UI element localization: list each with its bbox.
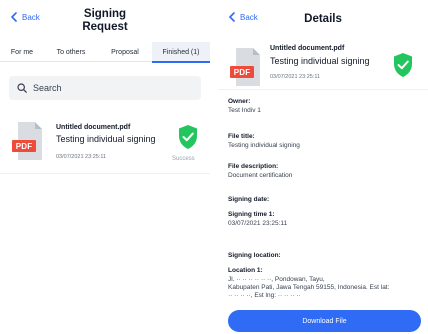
chevron-left-icon	[11, 12, 17, 22]
status-badge: Success	[172, 156, 195, 162]
document-summary: PDF Untitled document.pdf Testing indivi…	[218, 34, 428, 90]
owner-label: Owner:	[228, 98, 251, 105]
location-line-2: Kabupaten Pati, Jawa Tengah 59155, Indon…	[228, 284, 390, 291]
signing-request-screen: Back Signing Request For me To others Pr…	[0, 0, 210, 334]
pdf-file-icon: PDF	[12, 122, 44, 160]
document-title: Testing individual signing	[270, 56, 370, 66]
page-title: Details	[304, 13, 342, 25]
document-list-item[interactable]: PDF Untitled document.pdf Testing indivi…	[0, 116, 210, 174]
signing-date-label: Signing date:	[228, 196, 270, 203]
pdf-file-icon: PDF	[230, 48, 262, 86]
file-description-value: Document certification	[228, 172, 293, 179]
search-input[interactable]	[33, 83, 183, 93]
file-description-label: File description:	[228, 163, 279, 170]
back-label: Back	[22, 12, 40, 22]
shield-check-icon	[177, 124, 199, 150]
owner-value: Test Indiv 1	[228, 107, 261, 114]
file-title-value: Testing individual signing	[228, 142, 300, 149]
location-line-1: Jl. ·· ·· ·· ·· ·· ··, Pondowan, Tayu,	[228, 276, 325, 283]
document-date: 03/07/2021 23:25:11	[56, 154, 107, 160]
signing-location-label: Signing location:	[228, 252, 281, 259]
document-date: 03/07/2021 23:25:11	[270, 74, 321, 80]
file-title-label: File title:	[228, 133, 255, 140]
search-bar	[9, 76, 201, 100]
tab-for-me[interactable]: For me	[0, 42, 44, 62]
page-title: Signing Request	[82, 8, 128, 33]
tab-to-others[interactable]: To others	[44, 42, 98, 62]
tab-bar: For me To others Proposal Finished (1)	[0, 42, 210, 63]
download-file-button[interactable]: Download File	[228, 310, 421, 332]
location-label: Location 1:	[228, 267, 263, 274]
tab-proposal[interactable]: Proposal	[98, 42, 152, 62]
document-file-name: Untitled document.pdf	[270, 45, 345, 52]
shield-check-icon	[392, 52, 414, 78]
pdf-label: PDF	[230, 66, 254, 78]
document-file-name: Untitled document.pdf	[56, 124, 131, 131]
details-screen: Back Details PDF Untitled document.pdf T…	[218, 0, 428, 334]
search-icon	[17, 83, 27, 93]
signing-time-value: 03/07/2021 23:25:11	[228, 220, 288, 227]
location-line-3: ·· ·· ·· ··, Est lng: ·· ·· ·· ··	[228, 292, 301, 299]
tab-finished[interactable]: Finished (1)	[152, 42, 210, 63]
document-title: Testing individual signing	[56, 134, 156, 144]
pdf-label: PDF	[12, 140, 36, 152]
signing-time-label: Signing time 1:	[228, 211, 275, 218]
back-button[interactable]: Back	[10, 12, 40, 22]
header: Back Signing Request	[0, 0, 210, 42]
